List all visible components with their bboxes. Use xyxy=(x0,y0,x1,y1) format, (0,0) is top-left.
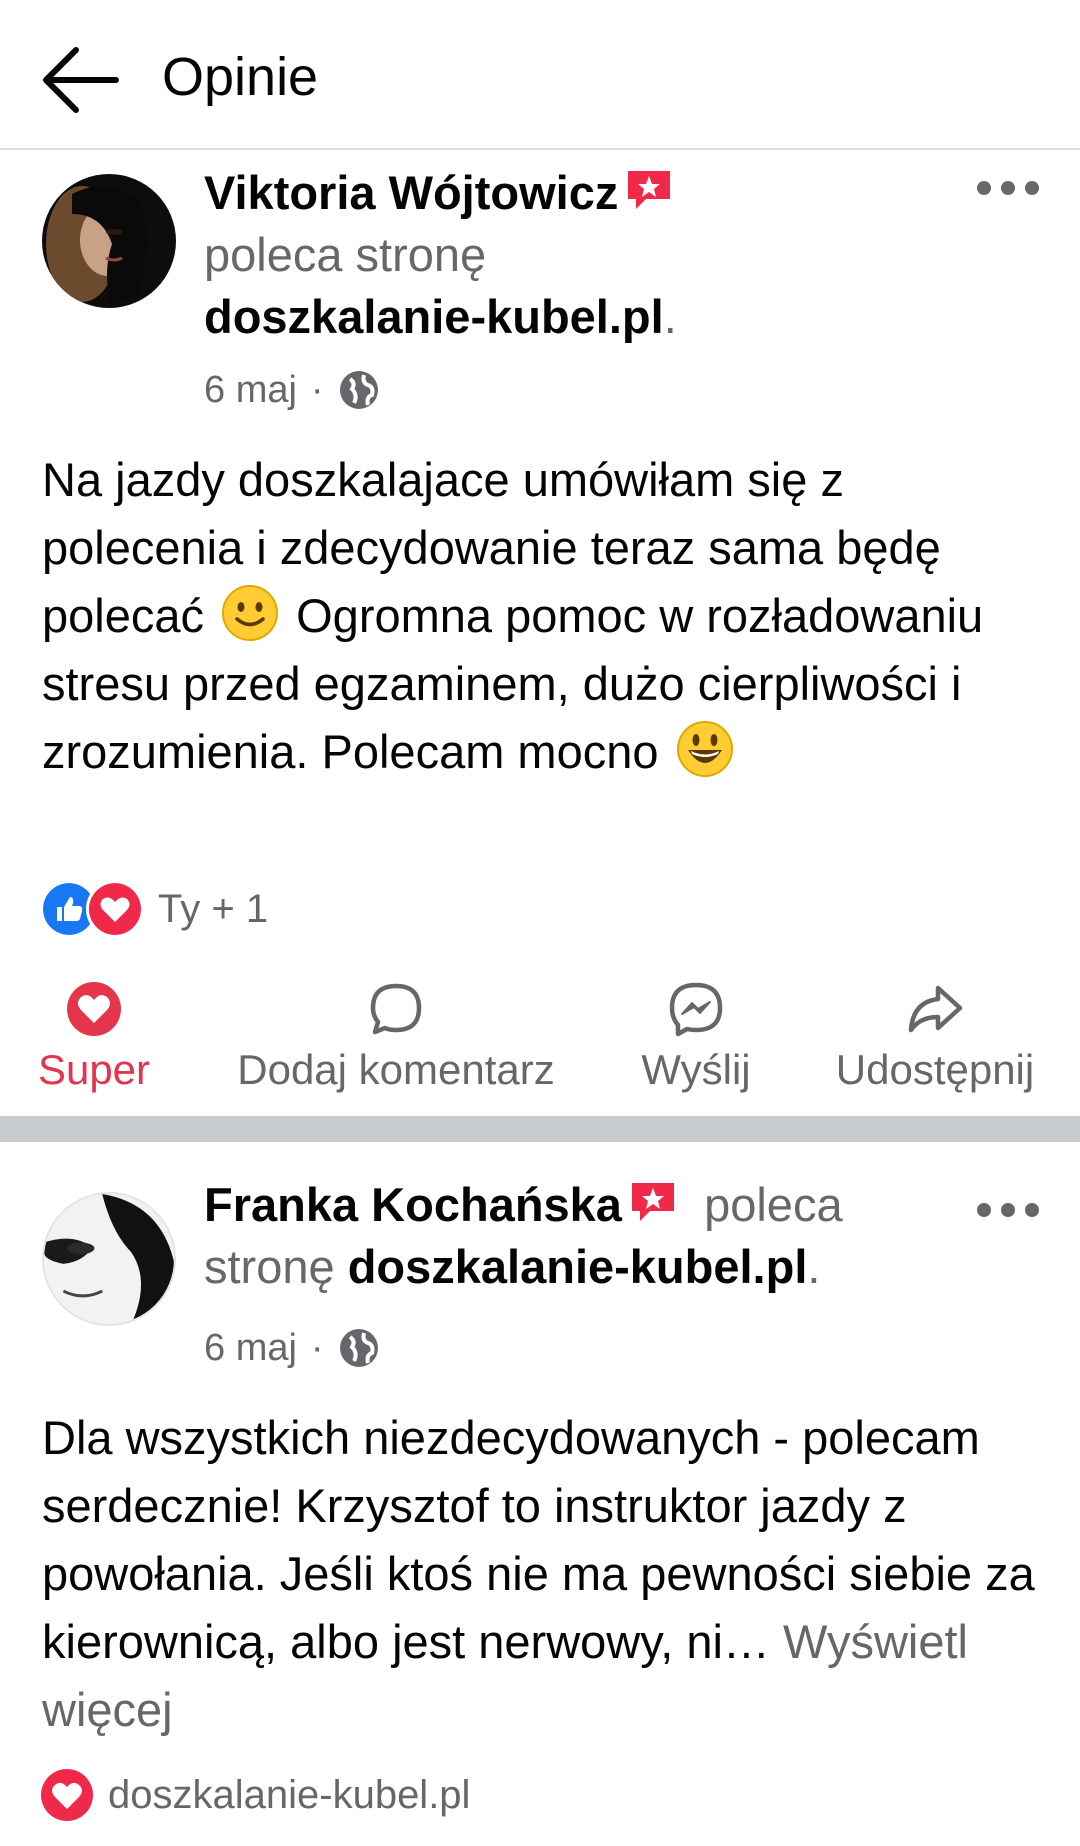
share-label: Udostępnij xyxy=(835,1046,1035,1093)
back-button[interactable] xyxy=(38,40,122,124)
globe-icon xyxy=(339,371,378,409)
more-options-button[interactable] xyxy=(972,1190,1044,1230)
post-date[interactable]: 6 maj xyxy=(204,366,297,414)
post-header: Viktoria Wójtowicz poleca stronę doszkal… xyxy=(204,162,964,348)
comment-label: Dodaj komentarz xyxy=(237,1046,555,1093)
post-divider xyxy=(0,1116,1080,1142)
recommend-badge-icon xyxy=(631,1183,674,1221)
avatar[interactable] xyxy=(42,174,176,308)
author-name[interactable]: Franka Kochańska xyxy=(204,1178,622,1231)
post-body: Dla wszystkich niezdecydowanych - poleca… xyxy=(42,1404,1052,1744)
period: . xyxy=(663,290,677,343)
page-link[interactable]: doszkalanie-kubel.pl xyxy=(348,1240,808,1293)
page-link[interactable]: doszkalanie-kubel.pl xyxy=(204,290,664,343)
heart-icon xyxy=(41,1769,93,1821)
separator: · xyxy=(310,369,324,411)
post-date[interactable]: 6 maj xyxy=(204,1324,297,1372)
love-reaction-icon xyxy=(86,880,144,938)
heart-icon xyxy=(67,982,121,1036)
post-meta: 6 maj · xyxy=(204,1324,380,1372)
page-title: Opinie xyxy=(162,47,319,107)
super-reaction-button[interactable]: Super xyxy=(32,980,156,1098)
send-label: Wyślij xyxy=(641,1046,751,1093)
post-action-bar: Super Dodaj komentarz Wyślij Udostępnij xyxy=(0,980,1080,1100)
share-icon xyxy=(908,985,963,1033)
avatar[interactable] xyxy=(42,1192,176,1326)
messenger-icon xyxy=(669,982,723,1037)
comment-icon xyxy=(370,983,422,1035)
grinning-emoji xyxy=(676,721,733,777)
more-icon xyxy=(977,1203,1039,1217)
comment-button[interactable]: Dodaj komentarz xyxy=(216,980,576,1098)
send-button[interactable]: Wyślij xyxy=(628,980,764,1098)
post-body: Na jazdy doszkalajace umówiłam się z pol… xyxy=(42,446,1052,786)
more-options-button[interactable] xyxy=(972,168,1044,208)
reactions-summary[interactable]: Ty + 1 xyxy=(40,880,268,938)
recommend-badge-icon xyxy=(628,171,671,209)
recommends-text: poleca xyxy=(704,1178,843,1231)
back-arrow-icon xyxy=(43,47,119,113)
page-reaction-row[interactable]: doszkalanie-kubel.pl xyxy=(40,1768,470,1822)
recommends-text: poleca stronę xyxy=(204,228,487,281)
recommends-text-2: stronę xyxy=(204,1240,335,1293)
author-name[interactable]: Viktoria Wójtowicz xyxy=(204,166,618,219)
globe-icon xyxy=(339,1329,378,1367)
super-label: Super xyxy=(37,1046,151,1093)
post-meta: 6 maj · xyxy=(204,366,380,414)
page-site-label: doszkalanie-kubel.pl xyxy=(108,1772,471,1817)
more-icon xyxy=(977,181,1039,195)
separator: · xyxy=(310,1327,324,1369)
top-bar: Opinie xyxy=(0,0,1080,150)
slight-smile-emoji xyxy=(222,585,279,641)
reactions-count: Ty + 1 xyxy=(158,886,269,931)
post-header: Franka Kochańska poleca stronę doszkalan… xyxy=(204,1174,944,1298)
period: . xyxy=(807,1240,821,1293)
share-button[interactable]: Udostępnij xyxy=(820,980,1050,1098)
